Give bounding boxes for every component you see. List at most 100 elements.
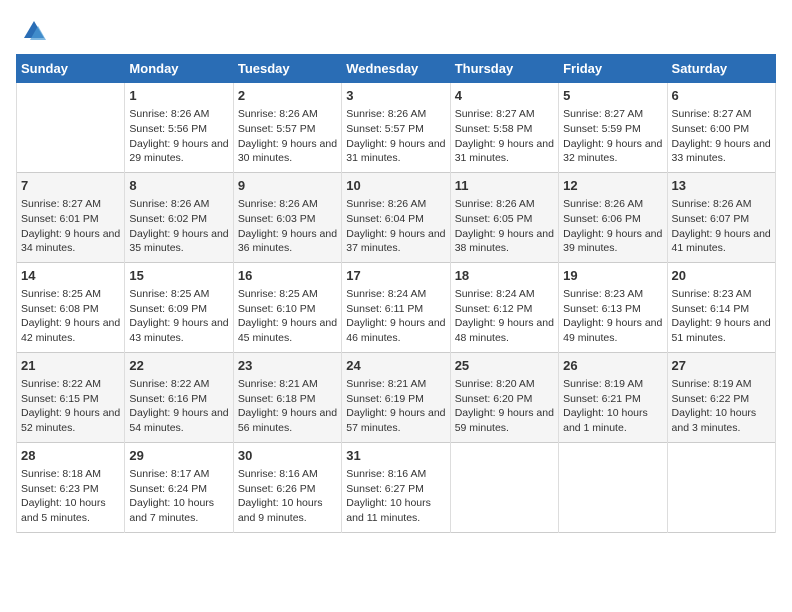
day-info: Sunrise: 8:26 AMSunset: 6:02 PMDaylight:… — [129, 197, 228, 256]
day-info: Sunrise: 8:16 AMSunset: 6:27 PMDaylight:… — [346, 467, 445, 526]
calendar-cell: 28Sunrise: 8:18 AMSunset: 6:23 PMDayligh… — [17, 442, 125, 532]
calendar-cell: 29Sunrise: 8:17 AMSunset: 6:24 PMDayligh… — [125, 442, 233, 532]
calendar-cell: 27 Sunrise: 8:19 AMSunset: 6:22 PMDayligh… — [667, 352, 775, 442]
day-number: 4 — [455, 87, 554, 105]
day-number: 13 — [672, 177, 771, 195]
day-number: 3 — [346, 87, 445, 105]
calendar-cell: 3 Sunrise: 8:26 AMSunset: 5:57 PMDaylight… — [342, 83, 450, 173]
day-number: 14 — [21, 267, 120, 285]
day-number: 6 — [672, 87, 771, 105]
calendar-cell: 22Sunrise: 8:22 AMSunset: 6:16 PMDayligh… — [125, 352, 233, 442]
page-header — [16, 16, 776, 46]
day-info: Sunrise: 8:20 AMSunset: 6:20 PMDaylight:… — [455, 377, 554, 436]
weekday-header-wednesday: Wednesday — [342, 55, 450, 83]
day-number: 2 — [238, 87, 337, 105]
day-info: Sunrise: 8:16 AMSunset: 6:26 PMDaylight:… — [238, 467, 337, 526]
calendar-cell: 11Sunrise: 8:26 AMSunset: 6:05 PMDayligh… — [450, 172, 558, 262]
day-info: Sunrise: 8:26 AMSunset: 6:07 PMDaylight:… — [672, 197, 771, 256]
calendar-cell: 19Sunrise: 8:23 AMSunset: 6:13 PMDayligh… — [559, 262, 667, 352]
calendar-table: SundayMondayTuesdayWednesdayThursdayFrid… — [16, 54, 776, 533]
calendar-cell: 20Sunrise: 8:23 AMSunset: 6:14 PMDayligh… — [667, 262, 775, 352]
weekday-header-monday: Monday — [125, 55, 233, 83]
day-info: Sunrise: 8:24 AMSunset: 6:11 PMDaylight:… — [346, 287, 445, 346]
calendar-week-row: 21 Sunrise: 8:22 AMSunset: 6:15 PMDayligh… — [17, 352, 776, 442]
weekday-header-row: SundayMondayTuesdayWednesdayThursdayFrid… — [17, 55, 776, 83]
calendar-week-row: 14 Sunrise: 8:25 AMSunset: 6:08 PMDayligh… — [17, 262, 776, 352]
day-number: 7 — [21, 177, 120, 195]
day-number: 16 — [238, 267, 337, 285]
calendar-cell — [17, 83, 125, 173]
day-info: Sunrise: 8:25 AMSunset: 6:09 PMDaylight:… — [129, 287, 228, 346]
day-number: 19 — [563, 267, 662, 285]
day-number: 10 — [346, 177, 445, 195]
calendar-cell: 31 Sunrise: 8:16 AMSunset: 6:27 PMDayligh… — [342, 442, 450, 532]
day-info: Sunrise: 8:27 AMSunset: 5:59 PMDaylight:… — [563, 107, 662, 166]
day-info: Sunrise: 8:27 AMSunset: 6:00 PMDaylight:… — [672, 107, 771, 166]
day-info: Sunrise: 8:26 AMSunset: 5:57 PMDaylight:… — [346, 107, 445, 166]
weekday-header-friday: Friday — [559, 55, 667, 83]
calendar-cell: 15 Sunrise: 8:25 AMSunset: 6:09 PMDayligh… — [125, 262, 233, 352]
calendar-cell — [559, 442, 667, 532]
calendar-cell: 8 Sunrise: 8:26 AMSunset: 6:02 PMDaylight… — [125, 172, 233, 262]
calendar-cell — [667, 442, 775, 532]
day-info: Sunrise: 8:22 AMSunset: 6:15 PMDaylight:… — [21, 377, 120, 436]
calendar-cell: 7 Sunrise: 8:27 AMSunset: 6:01 PMDaylight… — [17, 172, 125, 262]
day-info: Sunrise: 8:25 AMSunset: 6:08 PMDaylight:… — [21, 287, 120, 346]
day-info: Sunrise: 8:24 AMSunset: 6:12 PMDaylight:… — [455, 287, 554, 346]
calendar-cell: 24 Sunrise: 8:21 AMSunset: 6:19 PMDayligh… — [342, 352, 450, 442]
calendar-cell: 12 Sunrise: 8:26 AMSunset: 6:06 PMDayligh… — [559, 172, 667, 262]
calendar-cell: 18 Sunrise: 8:24 AMSunset: 6:12 PMDayligh… — [450, 262, 558, 352]
day-info: Sunrise: 8:19 AMSunset: 6:21 PMDaylight:… — [563, 377, 662, 436]
calendar-cell: 17 Sunrise: 8:24 AMSunset: 6:11 PMDayligh… — [342, 262, 450, 352]
day-number: 20 — [672, 267, 771, 285]
day-info: Sunrise: 8:26 AMSunset: 5:56 PMDaylight:… — [129, 107, 228, 166]
calendar-cell: 1 Sunrise: 8:26 AMSunset: 5:56 PMDaylight… — [125, 83, 233, 173]
day-info: Sunrise: 8:26 AMSunset: 6:05 PMDaylight:… — [455, 197, 554, 256]
day-info: Sunrise: 8:26 AMSunset: 6:06 PMDaylight:… — [563, 197, 662, 256]
calendar-body: 1 Sunrise: 8:26 AMSunset: 5:56 PMDaylight… — [17, 83, 776, 533]
weekday-header-sunday: Sunday — [17, 55, 125, 83]
day-number: 27 — [672, 357, 771, 375]
calendar-week-row: 1 Sunrise: 8:26 AMSunset: 5:56 PMDaylight… — [17, 83, 776, 173]
day-number: 8 — [129, 177, 228, 195]
day-info: Sunrise: 8:22 AMSunset: 6:16 PMDaylight:… — [129, 377, 228, 436]
day-info: Sunrise: 8:26 AMSunset: 6:03 PMDaylight:… — [238, 197, 337, 256]
weekday-header-saturday: Saturday — [667, 55, 775, 83]
calendar-cell: 23Sunrise: 8:21 AMSunset: 6:18 PMDayligh… — [233, 352, 341, 442]
day-info: Sunrise: 8:21 AMSunset: 6:19 PMDaylight:… — [346, 377, 445, 436]
calendar-cell: 6 Sunrise: 8:27 AMSunset: 6:00 PMDaylight… — [667, 83, 775, 173]
day-info: Sunrise: 8:21 AMSunset: 6:18 PMDaylight:… — [238, 377, 337, 436]
calendar-cell: 10Sunrise: 8:26 AMSunset: 6:04 PMDayligh… — [342, 172, 450, 262]
logo-icon — [16, 16, 46, 46]
day-info: Sunrise: 8:27 AMSunset: 6:01 PMDaylight:… — [21, 197, 120, 256]
day-number: 5 — [563, 87, 662, 105]
calendar-cell: 9 Sunrise: 8:26 AMSunset: 6:03 PMDaylight… — [233, 172, 341, 262]
calendar-cell: 30Sunrise: 8:16 AMSunset: 6:26 PMDayligh… — [233, 442, 341, 532]
calendar-cell: 25 Sunrise: 8:20 AMSunset: 6:20 PMDayligh… — [450, 352, 558, 442]
day-number: 18 — [455, 267, 554, 285]
weekday-header-thursday: Thursday — [450, 55, 558, 83]
logo — [16, 16, 50, 46]
day-number: 9 — [238, 177, 337, 195]
day-number: 29 — [129, 447, 228, 465]
day-number: 25 — [455, 357, 554, 375]
day-number: 1 — [129, 87, 228, 105]
day-number: 12 — [563, 177, 662, 195]
calendar-cell — [450, 442, 558, 532]
calendar-cell: 16Sunrise: 8:25 AMSunset: 6:10 PMDayligh… — [233, 262, 341, 352]
day-number: 24 — [346, 357, 445, 375]
day-number: 26 — [563, 357, 662, 375]
day-info: Sunrise: 8:19 AMSunset: 6:22 PMDaylight:… — [672, 377, 771, 436]
day-number: 15 — [129, 267, 228, 285]
day-number: 28 — [21, 447, 120, 465]
day-number: 21 — [21, 357, 120, 375]
day-number: 31 — [346, 447, 445, 465]
day-number: 17 — [346, 267, 445, 285]
calendar-cell: 14 Sunrise: 8:25 AMSunset: 6:08 PMDayligh… — [17, 262, 125, 352]
calendar-header: SundayMondayTuesdayWednesdayThursdayFrid… — [17, 55, 776, 83]
day-info: Sunrise: 8:26 AMSunset: 5:57 PMDaylight:… — [238, 107, 337, 166]
weekday-header-tuesday: Tuesday — [233, 55, 341, 83]
calendar-cell: 2 Sunrise: 8:26 AMSunset: 5:57 PMDaylight… — [233, 83, 341, 173]
calendar-cell: 4Sunrise: 8:27 AMSunset: 5:58 PMDaylight… — [450, 83, 558, 173]
calendar-week-row: 28Sunrise: 8:18 AMSunset: 6:23 PMDayligh… — [17, 442, 776, 532]
